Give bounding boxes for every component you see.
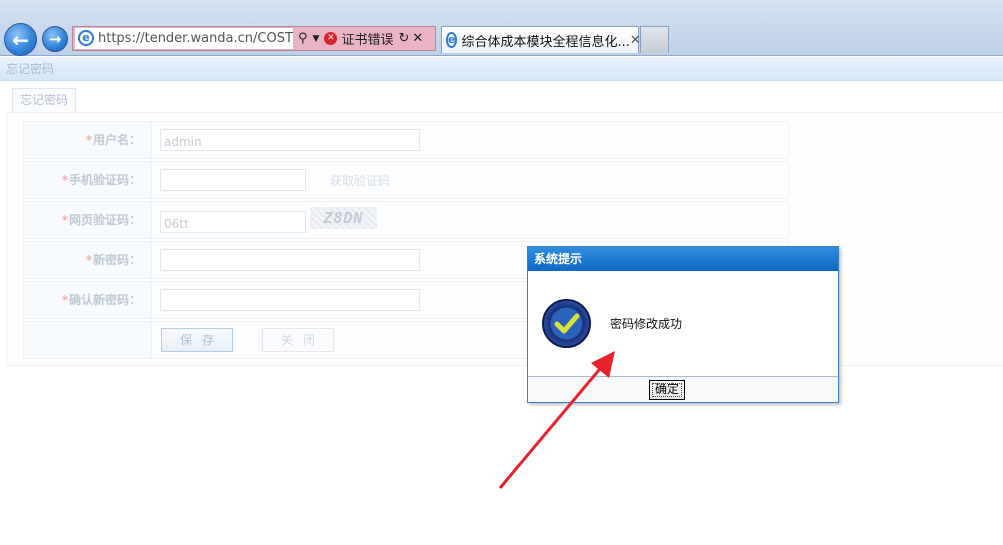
red-arrow-icon (498, 351, 615, 489)
screen: ← → e https://tender.wanda.cn/COST/co ⚲ … (0, 0, 1003, 545)
